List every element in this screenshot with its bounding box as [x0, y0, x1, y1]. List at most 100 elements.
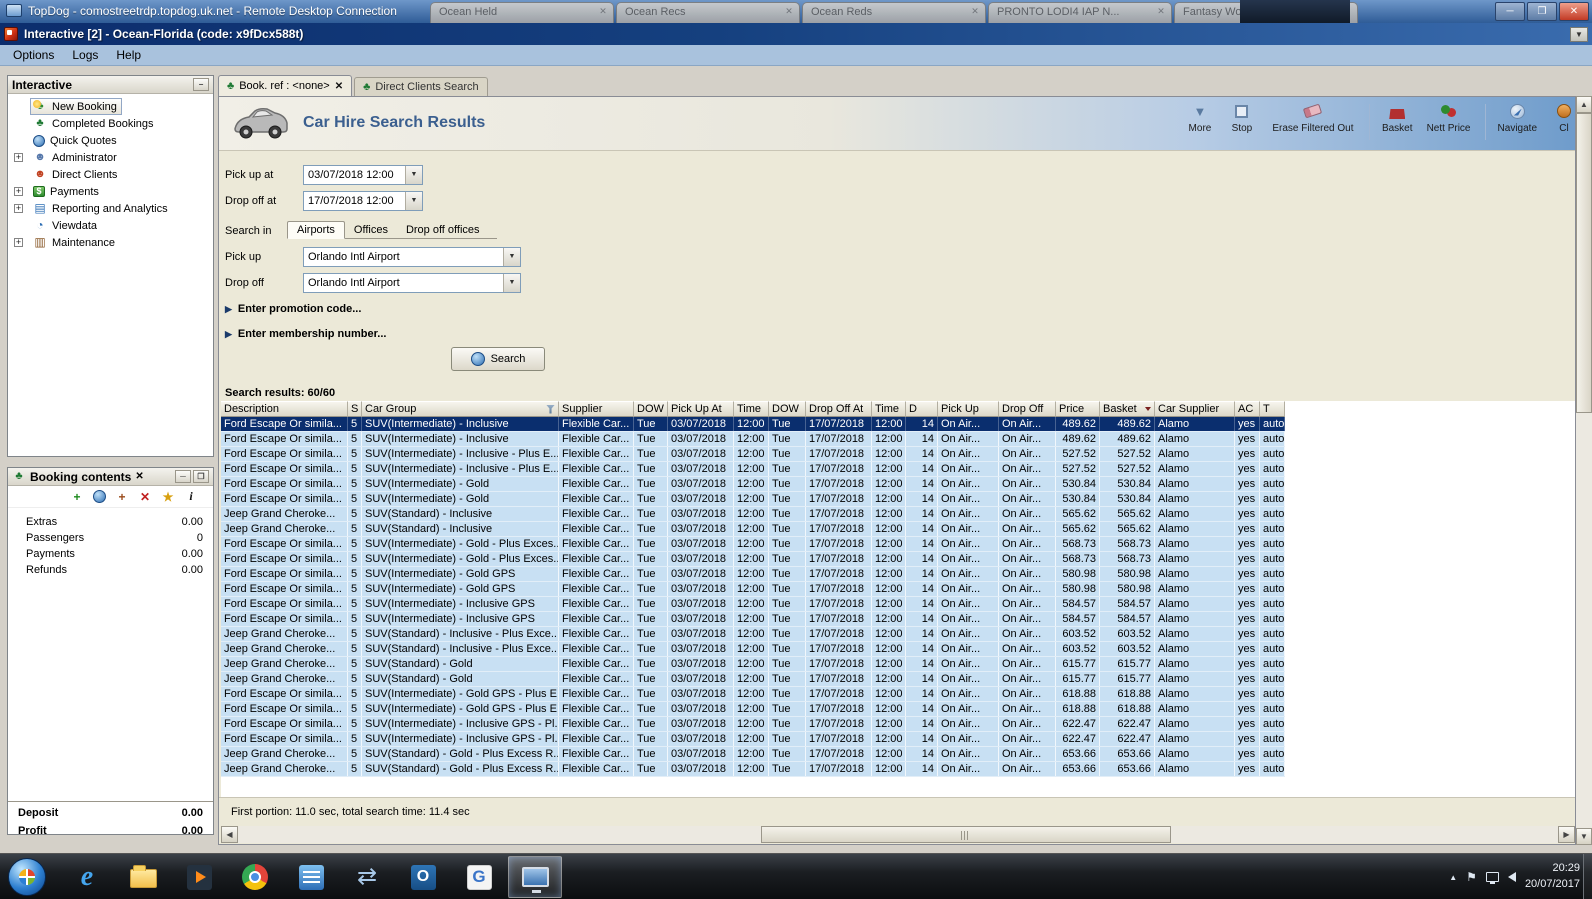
- close-button[interactable]: ✕: [1559, 2, 1589, 21]
- scrollbar-thumb[interactable]: [1576, 113, 1592, 413]
- column-header-ac[interactable]: AC: [1235, 401, 1260, 417]
- show-desktop-button[interactable]: [1583, 854, 1592, 899]
- tab-booking-ref[interactable]: ♣ Book. ref : <none> ✕: [218, 75, 353, 96]
- column-header-car-supplier[interactable]: Car Supplier: [1155, 401, 1235, 417]
- table-row[interactable]: Jeep Grand Cheroke... 5 SUV(Standard) - In…: [221, 627, 1285, 642]
- browser-tab[interactable]: Ocean Recs ✕: [616, 2, 800, 23]
- volume-icon[interactable]: [1507, 872, 1516, 882]
- close-results-button[interactable]: Cl: [1549, 102, 1575, 134]
- menu-help[interactable]: Help: [107, 46, 150, 64]
- restore-button[interactable]: ❐: [1527, 2, 1557, 21]
- scroll-up-button[interactable]: ▲: [1576, 96, 1592, 113]
- dropdown-arrow-icon[interactable]: ▼: [405, 166, 422, 184]
- filter-icon[interactable]: [546, 404, 555, 414]
- info-button[interactable]: i: [184, 489, 198, 504]
- column-header-time[interactable]: Time: [734, 401, 769, 417]
- menu-options[interactable]: Options: [4, 46, 63, 64]
- add-to-basket-button[interactable]: +: [115, 490, 129, 504]
- table-row[interactable]: Jeep Grand Cheroke... 5 SUV(Standard) - Go…: [221, 657, 1285, 672]
- table-row[interactable]: Ford Escape Or simila... 5 SUV(Intermediat…: [221, 492, 1285, 507]
- table-row[interactable]: Ford Escape Or simila... 5 SUV(Intermediat…: [221, 432, 1285, 447]
- tab-close-icon[interactable]: ✕: [969, 6, 981, 18]
- navigate-button[interactable]: Navigate: [1498, 102, 1537, 134]
- tab-airports[interactable]: Airports: [287, 221, 345, 239]
- stop-button[interactable]: Stop: [1227, 102, 1257, 134]
- dropdown-arrow-icon[interactable]: ▼: [405, 192, 422, 210]
- table-row[interactable]: Ford Escape Or simila... 5 SUV(Intermediat…: [221, 687, 1285, 702]
- column-header-dow[interactable]: DOW: [769, 401, 806, 417]
- table-row[interactable]: Jeep Grand Cheroke... 5 SUV(Standard) - In…: [221, 507, 1285, 522]
- scroll-right-button[interactable]: ▶: [1558, 826, 1575, 843]
- expand-toggle[interactable]: +: [14, 204, 23, 213]
- sidebar-item-quick-quotes[interactable]: Quick Quotes: [8, 132, 213, 149]
- sidebar-item-reporting-and-analytics[interactable]: + ▤ Reporting and Analytics: [8, 200, 213, 217]
- collapse-panel-button[interactable]: −: [193, 78, 209, 91]
- table-row[interactable]: Jeep Grand Cheroke... 5 SUV(Standard) - In…: [221, 642, 1285, 657]
- table-row[interactable]: Ford Escape Or simila... 5 SUV(Intermediat…: [221, 477, 1285, 492]
- tab-close-icon[interactable]: ✕: [1155, 6, 1167, 18]
- erase-filtered-out-button[interactable]: Erase Filtered Out: [1269, 102, 1357, 134]
- table-row[interactable]: Ford Escape Or simila... 5 SUV(Intermediat…: [221, 702, 1285, 717]
- menu-logs[interactable]: Logs: [63, 46, 107, 64]
- table-row[interactable]: Ford Escape Or simila... 5 SUV(Intermediat…: [221, 567, 1285, 582]
- column-header-price[interactable]: Price: [1056, 401, 1100, 417]
- taskbar-clock[interactable]: 20:29 20/07/2017: [1525, 861, 1580, 893]
- sidebar-item-completed-bookings[interactable]: ♣ Completed Bookings: [8, 115, 213, 132]
- tray-expand-icon[interactable]: ▲: [1449, 873, 1457, 882]
- titlebar-menu-button[interactable]: ▼: [1570, 26, 1588, 42]
- browser-tab[interactable]: Ocean Held ✕: [430, 2, 614, 23]
- browser-tab[interactable]: Ocean Reds ✕: [802, 2, 986, 23]
- tab-close-icon[interactable]: ✕: [335, 81, 343, 92]
- table-row[interactable]: Ford Escape Or simila... 5 SUV(Intermediat…: [221, 612, 1285, 627]
- delete-item-button[interactable]: ✕: [138, 490, 152, 504]
- quote-globe-button[interactable]: [93, 490, 106, 503]
- table-row[interactable]: Jeep Grand Cheroke... 5 SUV(Standard) - Go…: [221, 747, 1285, 762]
- sidebar-item-viewdata[interactable]: ◔ Viewdata: [8, 217, 213, 234]
- browser-tab[interactable]: PRONTO LODI4 IAP N... ✕: [988, 2, 1172, 23]
- taskbar-internet-explorer[interactable]: e: [60, 856, 114, 898]
- table-row[interactable]: Jeep Grand Cheroke... 5 SUV(Standard) - Go…: [221, 672, 1285, 687]
- scrollbar-thumb[interactable]: [761, 826, 1171, 843]
- more-button[interactable]: ▼ More: [1185, 102, 1215, 135]
- nett-price-button[interactable]: Nett Price: [1425, 102, 1473, 134]
- column-header-drop-off-at[interactable]: Drop Off At: [806, 401, 872, 417]
- tab-offices[interactable]: Offices: [345, 222, 397, 238]
- minimize-panel-button[interactable]: ─: [175, 470, 191, 483]
- expand-toggle[interactable]: +: [14, 238, 23, 247]
- close-panel-icon[interactable]: ✕: [135, 471, 143, 482]
- taskbar-sync-app[interactable]: ⇄: [340, 856, 394, 898]
- sidebar-item-administrator[interactable]: + ☻ Administrator: [8, 149, 213, 166]
- scroll-left-button[interactable]: ◀: [221, 826, 238, 843]
- table-row[interactable]: Ford Escape Or simila... 5 SUV(Intermediat…: [221, 552, 1285, 567]
- column-header-description[interactable]: Description: [221, 401, 348, 417]
- sidebar-item-new-booking[interactable]: ♣ New Booking: [8, 98, 213, 115]
- membership-number-expander[interactable]: ▶ Enter membership number...: [225, 328, 386, 340]
- table-row[interactable]: Ford Escape Or simila... 5 SUV(Intermediat…: [221, 417, 1285, 432]
- minimize-button[interactable]: ─: [1495, 2, 1525, 21]
- column-header-pick-up-at[interactable]: Pick Up At: [668, 401, 734, 417]
- tab-close-icon[interactable]: ✕: [597, 6, 609, 18]
- basket-star-button[interactable]: ★: [161, 490, 175, 504]
- column-header-pick-up[interactable]: Pick Up: [938, 401, 999, 417]
- column-header-supplier[interactable]: Supplier: [559, 401, 634, 417]
- pick-up-at-input[interactable]: 03/07/2018 12:00 ▼: [303, 165, 423, 185]
- taskbar-outlook[interactable]: O: [396, 856, 450, 898]
- expand-toggle[interactable]: +: [14, 153, 23, 162]
- table-row[interactable]: Ford Escape Or simila... 5 SUV(Intermediat…: [221, 717, 1285, 732]
- float-panel-button[interactable]: ❐: [193, 470, 209, 483]
- dropdown-arrow-icon[interactable]: ▼: [503, 248, 520, 266]
- table-row[interactable]: Ford Escape Or simila... 5 SUV(Intermediat…: [221, 732, 1285, 747]
- dropdown-arrow-icon[interactable]: ▼: [503, 274, 520, 292]
- promotion-code-expander[interactable]: ▶ Enter promotion code...: [225, 303, 361, 315]
- sidebar-item-payments[interactable]: + $ Payments: [8, 183, 213, 200]
- drop-off-at-input[interactable]: 17/07/2018 12:00 ▼: [303, 191, 423, 211]
- column-header-car-group[interactable]: Car Group: [362, 401, 559, 417]
- search-button[interactable]: Search: [451, 347, 545, 371]
- column-header-t[interactable]: T: [1260, 401, 1285, 417]
- action-center-icon[interactable]: ⚑: [1466, 870, 1477, 884]
- column-header-s[interactable]: S: [348, 401, 362, 417]
- tab-close-icon[interactable]: ✕: [783, 6, 795, 18]
- column-header-basket[interactable]: Basket: [1100, 401, 1155, 417]
- taskbar-chrome[interactable]: [228, 856, 282, 898]
- table-row[interactable]: Jeep Grand Cheroke... 5 SUV(Standard) - Go…: [221, 762, 1285, 777]
